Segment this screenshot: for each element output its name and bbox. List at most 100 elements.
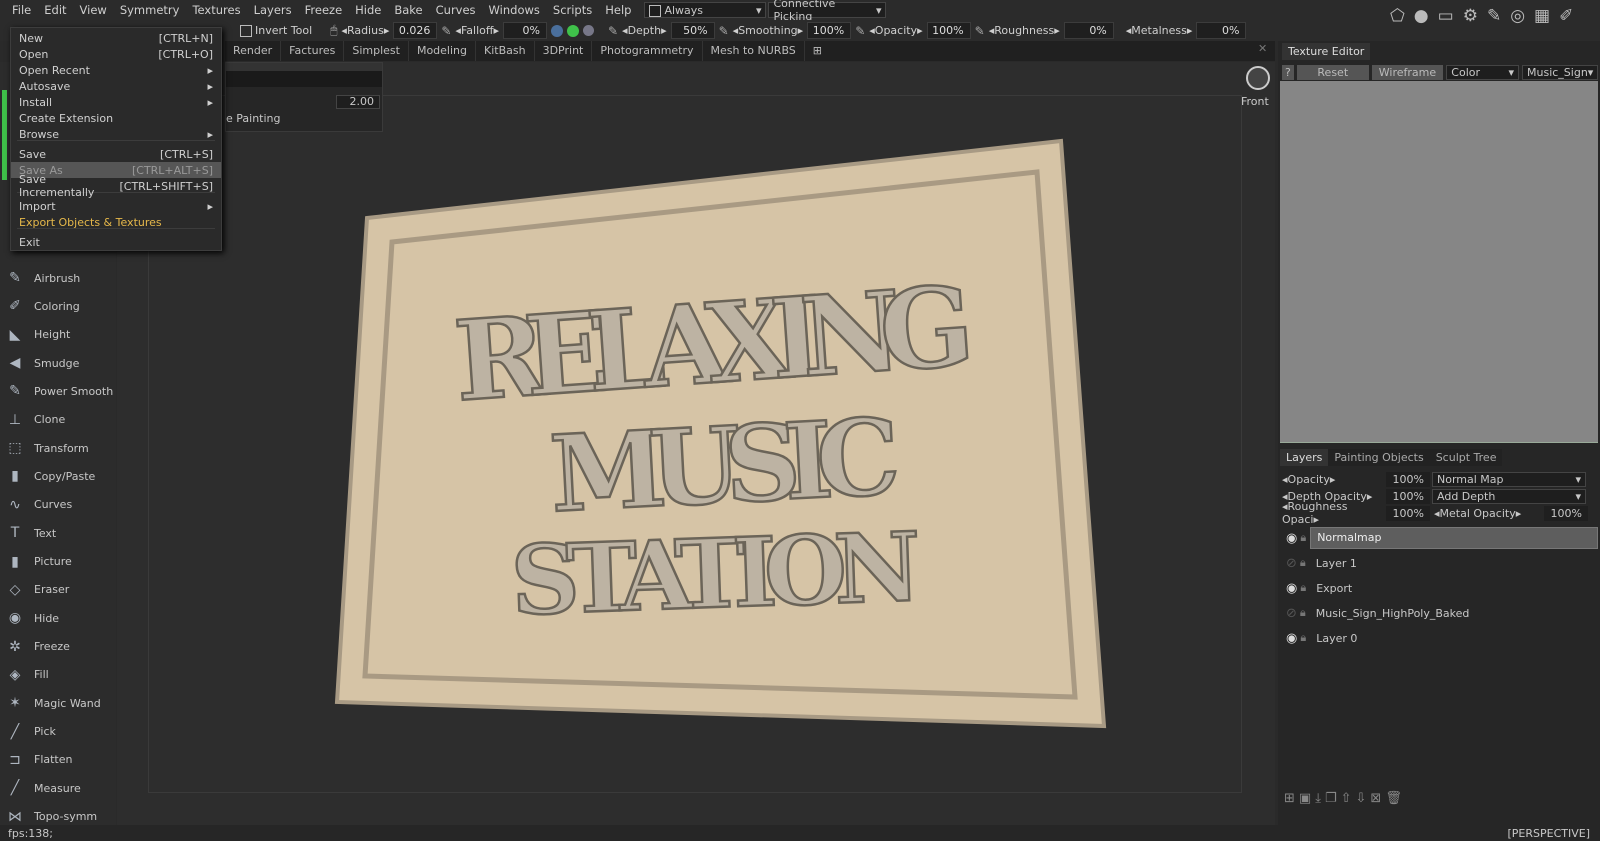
render-icon[interactable]: ◎ — [1510, 6, 1525, 26]
layer-row[interactable]: ⊘ 🔒︎ Music_Sign_HighPoly_Baked — [1282, 602, 1598, 624]
lock-icon[interactable]: 🔒︎ — [1300, 581, 1306, 595]
tab-simplest[interactable]: Simplest — [344, 41, 409, 61]
sphere-room-icon[interactable]: ● — [1414, 6, 1429, 26]
tab-modeling[interactable]: Modeling — [409, 41, 476, 61]
tool-picture[interactable]: ▮ Picture — [4, 551, 72, 573]
tool-pick[interactable]: ╱ Pick — [4, 721, 56, 743]
menu-windows[interactable]: Windows — [489, 3, 540, 17]
move-up-icon[interactable]: ⇧ — [1341, 791, 1352, 806]
tab-factures[interactable]: Factures — [281, 41, 345, 61]
move-down-icon[interactable]: ⇩ — [1356, 791, 1367, 806]
roughness-opacity-label[interactable]: ◂Roughness Opaci▸ — [1282, 500, 1386, 526]
menu-curves[interactable]: Curves — [436, 3, 476, 17]
metal-opacity-field[interactable]: 100% — [1544, 505, 1588, 521]
menu-item-save[interactable]: Save [CTRL+S] — [11, 146, 221, 162]
falloff-field[interactable]: 0% — [502, 22, 547, 39]
layer-row[interactable]: ⊘ 🔒︎ Layer 1 — [1282, 552, 1598, 574]
tool-freeze[interactable]: ✲ Freeze — [4, 636, 70, 658]
paint-icon[interactable]: ✎ — [1487, 6, 1501, 26]
tool-eraser[interactable]: ◇ Eraser — [4, 579, 70, 601]
metalness-label[interactable]: ◂Metalness▸ — [1126, 24, 1193, 37]
add-tab-icon[interactable]: ⊞ — [805, 41, 830, 61]
tool-copy-paste[interactable]: ▮ Copy/Paste — [4, 465, 95, 487]
depth-field[interactable]: 50% — [670, 22, 715, 39]
tool-power-smooth[interactable]: ✎ Power Smooth — [4, 380, 113, 402]
projection-label[interactable]: [PERSPECTIVE] — [1508, 827, 1591, 840]
roughness-label[interactable]: ◂Roughness▸ — [989, 24, 1060, 37]
opacity-label[interactable]: ◂Opacity▸ — [1282, 473, 1386, 486]
menu-item-save-incrementally[interactable]: Save Incrementally [CTRL+SHIFT+S] — [11, 173, 221, 199]
menu-bake[interactable]: Bake — [394, 3, 422, 17]
eye-hidden-icon[interactable]: ⊘ — [1286, 606, 1297, 621]
menu-layers[interactable]: Layers — [254, 3, 292, 17]
opacity-field[interactable]: 100% — [926, 22, 971, 39]
checker-icon[interactable]: ▦ — [1534, 6, 1550, 26]
menu-item-autosave[interactable]: Autosave ▸ — [11, 78, 221, 94]
tool-fill[interactable]: ◈ Fill — [4, 664, 49, 686]
metalness-field[interactable]: 0% — [1196, 22, 1247, 39]
uv-icon[interactable]: ▭ — [1438, 6, 1454, 26]
tool-magic-wand[interactable]: ✶ Magic Wand — [4, 692, 101, 714]
tool-transform[interactable]: ⬚ Transform — [4, 437, 88, 459]
eye-hidden-icon[interactable]: ⊘ — [1286, 556, 1297, 571]
menu-help[interactable]: Help — [605, 3, 631, 17]
depth-label[interactable]: ◂Depth▸ — [622, 24, 667, 37]
menu-item-exit[interactable]: Exit — [11, 234, 221, 250]
texture-editor-tab[interactable]: Texture Editor — [1282, 43, 1371, 60]
brush-icon[interactable]: ✐ — [1559, 6, 1573, 26]
add-layer-icon[interactable]: ⊞ — [1284, 791, 1295, 806]
menu-view[interactable]: View — [80, 3, 107, 17]
radius-field[interactable]: 0.026 — [393, 22, 438, 39]
tool-coloring[interactable]: ✐ Coloring — [4, 295, 80, 317]
menu-item-create-extension[interactable]: Create Extension — [11, 110, 221, 126]
tab-sculpt-tree[interactable]: Sculpt Tree — [1429, 449, 1503, 466]
retopo-icon[interactable]: ⚙ — [1463, 6, 1478, 26]
tool-airbrush[interactable]: ✎ Airbrush — [4, 267, 80, 289]
depth-mode-dropdown[interactable]: Add Depth ▾ — [1432, 488, 1586, 504]
falloff-label[interactable]: ◂Falloff▸ — [455, 24, 499, 37]
blend-mode-dropdown[interactable]: Normal Map ▾ — [1432, 471, 1586, 487]
lock-icon[interactable]: 🔒︎ — [1300, 606, 1306, 620]
opacity-label[interactable]: ◂Opacity▸ — [869, 24, 922, 37]
menu-item-browse[interactable]: Browse ▸ — [11, 126, 221, 142]
roughness-field[interactable]: 0% — [1063, 22, 1114, 39]
merge-down-icon[interactable]: ⤓ — [1315, 791, 1321, 806]
smoothing-field[interactable]: 100% — [807, 22, 852, 39]
layer-opacity-field[interactable]: 100% — [1386, 471, 1430, 487]
object-dropdown[interactable]: Music_Sign ▾ — [1522, 65, 1598, 80]
tab-mesh-to-nurbs[interactable]: Mesh to NURBS — [703, 41, 805, 61]
duplicate-icon[interactable]: ❐ — [1325, 791, 1337, 806]
clear-layer-icon[interactable]: ⊠ — [1370, 791, 1381, 806]
wireframe-button[interactable]: Wireframe — [1371, 65, 1444, 80]
tool-curves[interactable]: ∿ Curves — [4, 494, 72, 516]
eye-icon[interactable]: ◉ — [1286, 531, 1297, 546]
depth-opacity-field[interactable]: 100% — [1386, 488, 1430, 504]
reset-button[interactable]: Reset — [1296, 65, 1369, 80]
menu-symmetry[interactable]: Symmetry — [120, 3, 180, 17]
material-icon[interactable] — [582, 25, 594, 36]
tool-smudge[interactable]: ◀ Smudge — [4, 352, 80, 374]
layer-row[interactable]: ◉ 🔒︎ Layer 0 — [1282, 627, 1598, 649]
pentagon-icon[interactable]: ⬠ — [1390, 6, 1405, 26]
tool-clone[interactable]: ⊥ Clone — [4, 409, 65, 431]
layer-row[interactable]: ◉ 🔒︎ Normalmap — [1282, 527, 1598, 549]
menu-item-new[interactable]: New [CTRL+N] — [11, 30, 221, 46]
texture-preview[interactable] — [1280, 81, 1598, 443]
green-circle-icon[interactable] — [566, 24, 579, 37]
invert-tool-checkbox[interactable]: Invert Tool — [240, 24, 312, 37]
menu-textures[interactable]: Textures — [192, 3, 240, 17]
tool-option-painting[interactable]: e Painting — [226, 112, 281, 125]
close-icon[interactable]: ✕ — [1258, 42, 1267, 55]
tab-painting-objects[interactable]: Painting Objects — [1328, 449, 1430, 466]
eye-icon[interactable]: ◉ — [1286, 581, 1297, 596]
picking-dropdown[interactable]: Connective Picking ▾ — [768, 0, 887, 23]
roughness-opacity-field[interactable]: 100% — [1386, 505, 1430, 521]
menu-file[interactable]: File — [12, 3, 31, 17]
always-dropdown[interactable]: Always ▾ — [644, 2, 767, 18]
tool-height[interactable]: ◣ Height — [4, 324, 71, 346]
menu-item-import[interactable]: Import ▸ — [11, 198, 221, 214]
tool-option-value[interactable]: 2.00 — [336, 95, 380, 109]
lock-icon[interactable]: 🔒︎ — [1300, 531, 1306, 545]
lock-icon[interactable]: 🔒︎ — [1300, 556, 1306, 570]
menu-item-export-objects-textures[interactable]: Export Objects & Textures — [11, 214, 221, 230]
